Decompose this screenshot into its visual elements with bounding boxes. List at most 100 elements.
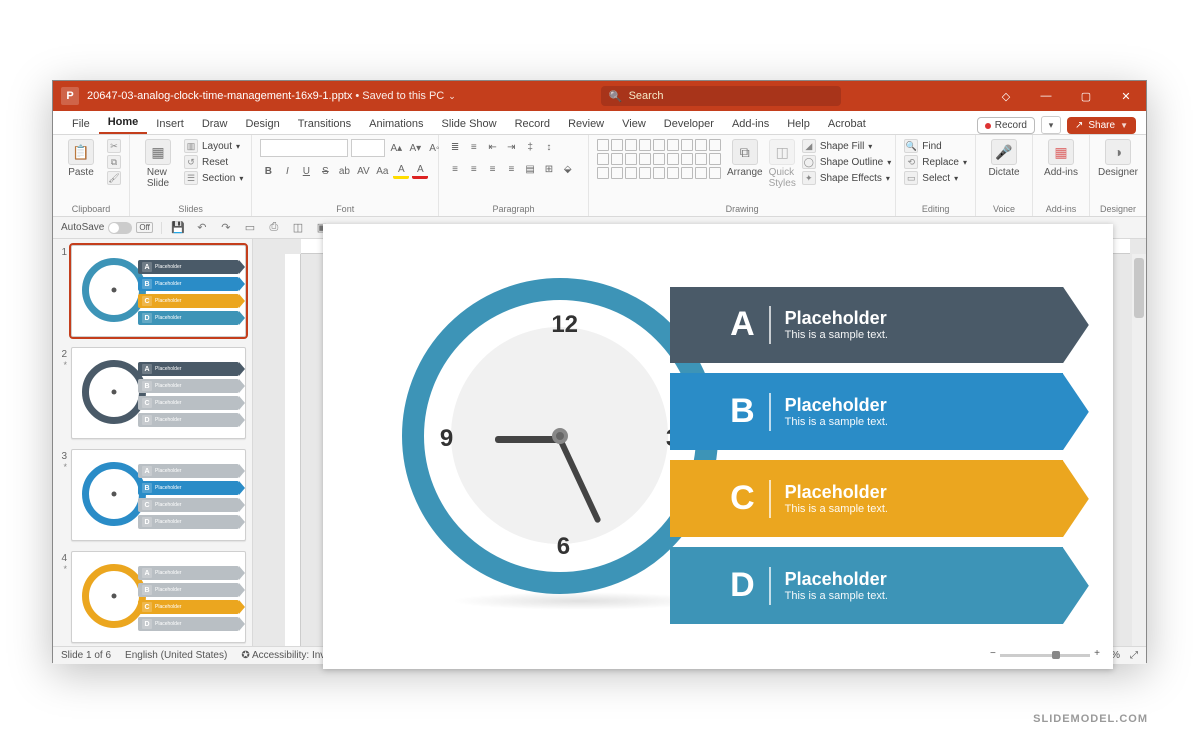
maximize-button[interactable]: ▢ xyxy=(1066,81,1106,111)
minimize-button[interactable]: — xyxy=(1026,81,1066,111)
tab-help[interactable]: Help xyxy=(778,114,819,134)
quick-styles-button[interactable]: ◫Quick Styles xyxy=(769,139,796,189)
group-designer: ◑Designer Designer xyxy=(1090,135,1146,216)
font-color-button[interactable]: A xyxy=(412,163,428,179)
indent-dec-button[interactable]: ⇤ xyxy=(485,139,501,155)
bold-button[interactable]: B xyxy=(260,163,276,179)
dictate-button[interactable]: 🎤Dictate xyxy=(984,139,1024,178)
autosave-label: AutoSave xyxy=(61,222,104,233)
addins-button[interactable]: ▦Add-ins xyxy=(1041,139,1081,178)
close-button[interactable]: ✕ xyxy=(1106,81,1146,111)
slide-thumbnail[interactable]: APlaceholderBPlaceholderCPlaceholderDPla… xyxy=(71,551,246,643)
slide-canvas[interactable]: 12 3 6 9 A Placeholder This is a sample … xyxy=(323,224,1113,668)
ribbon-display-options[interactable]: ▾ xyxy=(1041,116,1061,134)
shape-effects-button[interactable]: ✦Shape Effects ▾ xyxy=(802,171,891,185)
highlight-button[interactable]: A xyxy=(393,163,409,179)
shrink-font-icon[interactable]: A▾ xyxy=(407,140,423,156)
clock-hub xyxy=(552,428,568,444)
mic-icon: 🎤 xyxy=(991,139,1017,165)
share-button[interactable]: ↗Share▼ xyxy=(1067,117,1136,134)
save-status: • Saved to this PC xyxy=(355,90,444,102)
tab-draw[interactable]: Draw xyxy=(193,114,237,134)
shadow-button[interactable]: ab xyxy=(336,163,352,179)
zoom-slider[interactable] xyxy=(1000,654,1090,657)
font-family-combo[interactable] xyxy=(260,139,348,157)
align-left-button[interactable]: ≡ xyxy=(447,161,463,177)
group-font: A▴ A▾ A◦ B I U S ab AV Aa A A Font xyxy=(252,135,439,216)
qat-icon[interactable]: ⎙ xyxy=(266,220,282,236)
align-right-button[interactable]: ≡ xyxy=(485,161,501,177)
grow-font-icon[interactable]: A▴ xyxy=(388,140,404,156)
paste-button[interactable]: 📋 Paste xyxy=(61,139,101,178)
arrange-button[interactable]: ⧉Arrange xyxy=(727,139,763,178)
shape-outline-button[interactable]: ◯Shape Outline ▾ xyxy=(802,155,891,169)
save-icon[interactable]: 💾 xyxy=(170,220,186,236)
cut-icon[interactable]: ✂ xyxy=(107,139,121,153)
tab-record[interactable]: Record xyxy=(506,114,559,134)
vertical-scrollbar[interactable] xyxy=(1132,254,1146,646)
tab-home[interactable]: Home xyxy=(99,112,148,134)
bullets-button[interactable]: ≣ xyxy=(447,139,463,155)
change-case-button[interactable]: Aa xyxy=(374,163,390,179)
tab-slide-show[interactable]: Slide Show xyxy=(433,114,506,134)
new-slide-icon: ▦ xyxy=(145,139,171,165)
char-spacing-button[interactable]: AV xyxy=(355,163,371,179)
shapes-gallery[interactable] xyxy=(597,139,721,179)
qat-icon[interactable]: ◫ xyxy=(290,220,306,236)
line-spacing-button[interactable]: ‡ xyxy=(522,139,538,155)
section-button[interactable]: ☰Section ▾ xyxy=(184,171,243,185)
scrollbar-thumb[interactable] xyxy=(1134,258,1144,318)
italic-button[interactable]: I xyxy=(279,163,295,179)
slide-thumbnails[interactable]: 1 APlaceholderBPlaceholderCPlaceholderDP… xyxy=(53,239,253,646)
tab-animations[interactable]: Animations xyxy=(360,114,432,134)
select-button[interactable]: ▭Select ▾ xyxy=(904,171,967,185)
slide-thumbnail[interactable]: APlaceholderBPlaceholderCPlaceholderDPla… xyxy=(71,449,246,541)
tab-transitions[interactable]: Transitions xyxy=(289,114,360,134)
tab-file[interactable]: File xyxy=(63,114,99,134)
language-status[interactable]: English (United States) xyxy=(125,650,227,661)
qat-icon[interactable]: ▭ xyxy=(242,220,258,236)
smartart-button[interactable]: ⬙ xyxy=(560,161,576,177)
search-icon: 🔍 xyxy=(609,90,623,103)
redo-icon[interactable]: ↷ xyxy=(218,220,234,236)
diamond-icon[interactable]: ◇ xyxy=(986,81,1026,111)
fit-window-button[interactable]: ⤢ xyxy=(1130,650,1138,661)
autosave-toggle[interactable] xyxy=(108,222,132,234)
slide-thumbnail[interactable]: APlaceholderBPlaceholderCPlaceholderDPla… xyxy=(71,347,246,439)
replace-button[interactable]: ⟲Replace ▾ xyxy=(904,155,967,169)
search-box[interactable]: 🔍 xyxy=(601,86,841,106)
layout-button[interactable]: ▥Layout ▾ xyxy=(184,139,243,153)
tab-insert[interactable]: Insert xyxy=(147,114,193,134)
arrange-icon: ⧉ xyxy=(732,139,758,165)
tab-design[interactable]: Design xyxy=(236,114,288,134)
slide-thumbnail[interactable]: APlaceholderBPlaceholderCPlaceholderDPla… xyxy=(71,245,246,337)
format-painter-icon[interactable]: 🖌 xyxy=(107,171,121,185)
tab-view[interactable]: View xyxy=(613,114,655,134)
numbering-button[interactable]: ≡ xyxy=(466,139,482,155)
tab-review[interactable]: Review xyxy=(559,114,613,134)
copy-icon[interactable]: ⧉ xyxy=(107,155,121,169)
find-button[interactable]: 🔍Find xyxy=(904,139,967,153)
justify-button[interactable]: ≡ xyxy=(503,161,519,177)
align-text-button[interactable]: ⊞ xyxy=(541,161,557,177)
indent-inc-button[interactable]: ⇥ xyxy=(503,139,519,155)
record-button[interactable]: Record xyxy=(977,117,1035,134)
designer-button[interactable]: ◑Designer xyxy=(1098,139,1138,178)
text-direction-button[interactable]: ↕ xyxy=(541,139,557,155)
shape-fill-button[interactable]: ◢Shape Fill ▾ xyxy=(802,139,891,153)
title-chevron-icon[interactable]: ⌄ xyxy=(448,91,456,102)
columns-button[interactable]: ▤ xyxy=(522,161,538,177)
strike-button[interactable]: S xyxy=(317,163,333,179)
tab-developer[interactable]: Developer xyxy=(655,114,723,134)
tab-addins[interactable]: Add-ins xyxy=(723,114,778,134)
new-slide-button[interactable]: ▦ New Slide xyxy=(138,139,178,189)
undo-icon[interactable]: ↶ xyxy=(194,220,210,236)
reset-button[interactable]: ↺Reset xyxy=(184,155,243,169)
align-center-button[interactable]: ≡ xyxy=(466,161,482,177)
file-name: 20647-03-analog-clock-time-management-16… xyxy=(87,90,352,102)
search-input[interactable] xyxy=(629,90,833,102)
tab-acrobat[interactable]: Acrobat xyxy=(819,114,875,134)
font-size-combo[interactable] xyxy=(351,139,385,157)
underline-button[interactable]: U xyxy=(298,163,314,179)
arrow-letter: C xyxy=(730,479,755,518)
